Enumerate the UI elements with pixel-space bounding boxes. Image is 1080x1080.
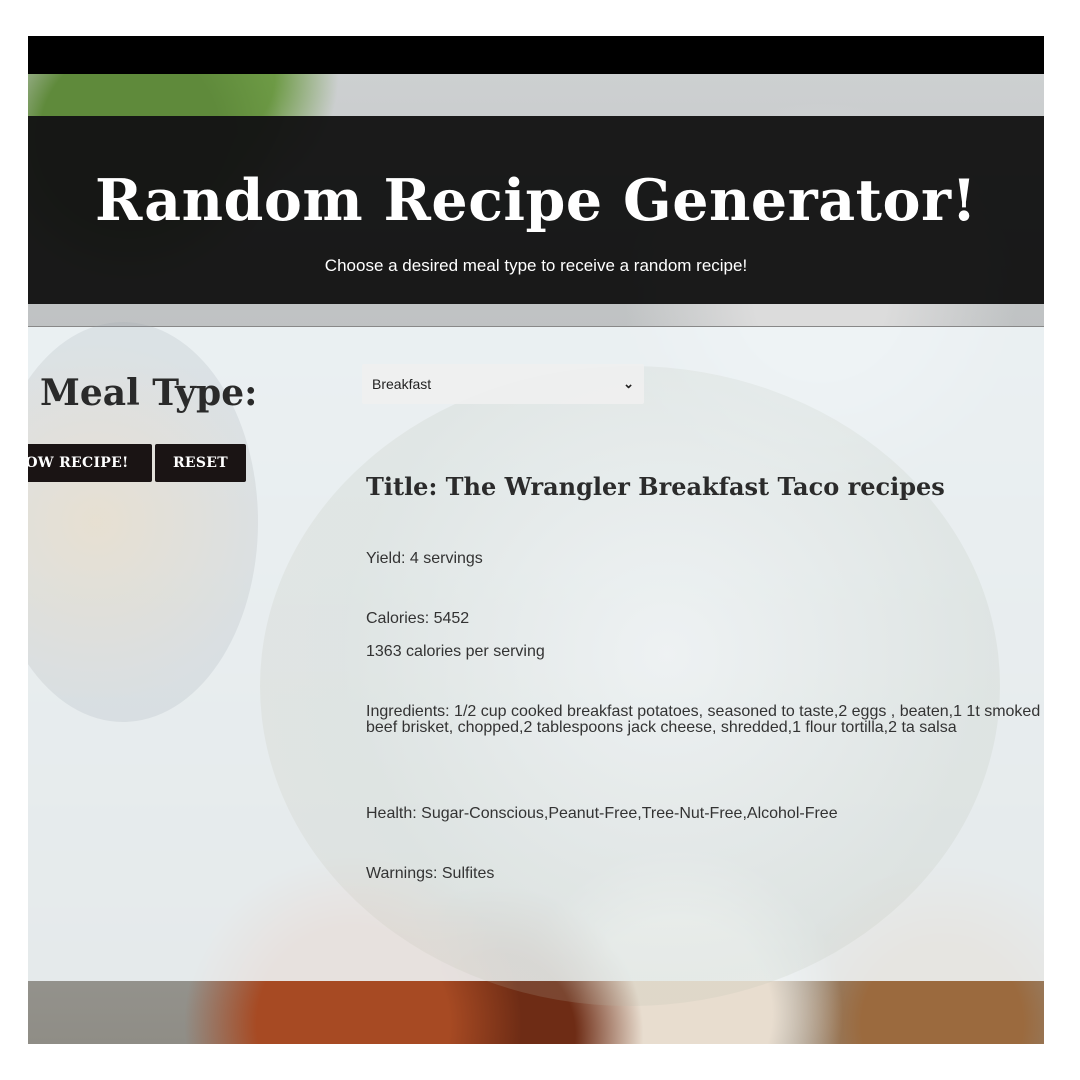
- show-recipe-button[interactable]: OW RECIPE!: [28, 444, 152, 482]
- browser-viewport: Random Recipe Generator! Choose a desire…: [28, 36, 1044, 1044]
- chevron-down-icon: ⌄: [623, 376, 634, 391]
- top-bar: [28, 36, 1044, 74]
- recipe-yield: Yield: 4 servings: [366, 550, 483, 567]
- recipe-title: Title: The Wrangler Breakfast Taco recip…: [366, 472, 945, 501]
- page-header: Random Recipe Generator! Choose a desire…: [28, 116, 1044, 304]
- page-subtitle: Choose a desired meal type to receive a …: [324, 256, 748, 275]
- recipe-calories-per-serving: 1363 calories per serving: [366, 643, 545, 660]
- page-title: Random Recipe Generator!: [94, 167, 978, 234]
- meal-type-select[interactable]: Breakfast ⌄: [362, 364, 644, 404]
- recipe-calories: Calories: 5452: [366, 610, 470, 627]
- meal-type-selected-value: Breakfast: [372, 376, 432, 392]
- recipe-health: Health: Sugar-Conscious,Peanut-Free,Tree…: [366, 805, 838, 822]
- recipe-ingredients: Ingredients: 1/2 cup cooked breakfast po…: [366, 703, 1041, 736]
- meal-type-label: Meal Type:: [40, 372, 258, 414]
- recipe-warnings: Warnings: Sulfites: [366, 865, 495, 882]
- background-food-image: [28, 980, 1044, 1044]
- reset-button[interactable]: RESET: [155, 444, 246, 482]
